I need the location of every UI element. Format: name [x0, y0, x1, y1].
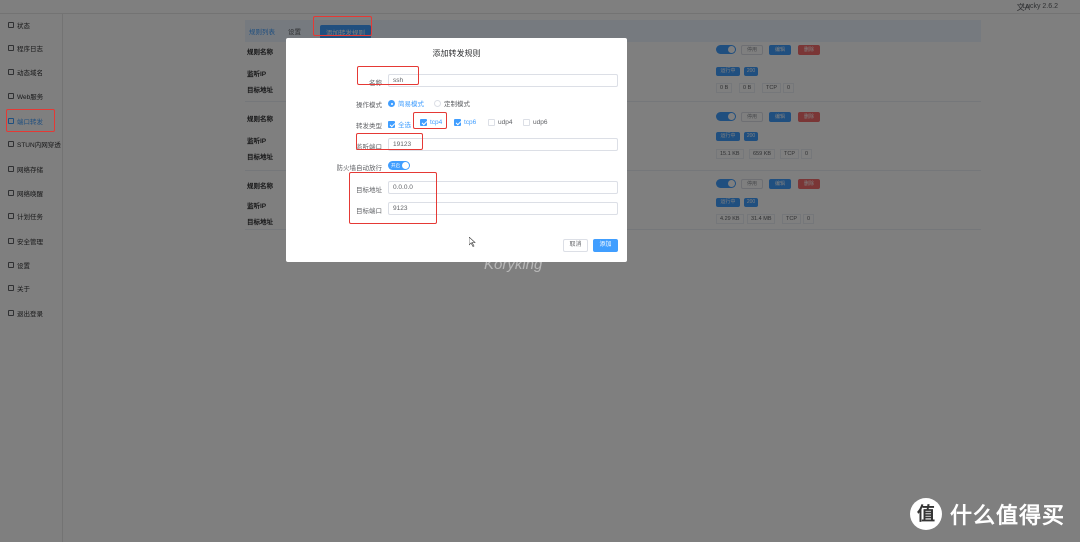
mode-label: 操作模式 [356, 102, 382, 109]
radio-dot [388, 99, 395, 107]
radio-label: 简易模式 [398, 101, 424, 108]
brand-text: 什么值得买 [950, 503, 1066, 528]
dialog-title: 添加转发规则 [432, 49, 481, 58]
annotation-box [357, 66, 419, 85]
type-udp6-checkbox[interactable]: udp6 [523, 119, 547, 126]
checkbox-label: tcp6 [464, 119, 477, 126]
checkbox-box [488, 119, 495, 126]
annotation-box [6, 109, 55, 132]
type-all-checkbox[interactable]: 全选 [388, 119, 411, 129]
name-input[interactable]: ssh [388, 74, 618, 87]
checkbox-label: 全选 [398, 122, 411, 129]
brand-watermark: 值 什么值得买 [910, 498, 1065, 530]
type-label: 转发类型 [356, 123, 382, 130]
annotation-box [313, 16, 372, 36]
mode-simple-radio[interactable]: 简易模式 [388, 98, 424, 108]
type-udp4-checkbox[interactable]: udp4 [488, 119, 512, 126]
annotation-box [356, 133, 423, 150]
radio-label: 定制模式 [444, 101, 470, 108]
cursor-icon [469, 237, 476, 247]
add-rule-dialog: 添加转发规则 名称 ssh 操作模式 简易模式 定制模式 转发类型 全选 tcp… [286, 38, 627, 262]
firewall-toggle[interactable]: 开启 [388, 161, 410, 170]
checkbox-box [454, 119, 461, 126]
add-button[interactable]: 添加 [593, 239, 618, 252]
annotation-box [349, 172, 437, 224]
radio-dot [434, 99, 441, 107]
firewall-label: 防火墙自动放行 [336, 165, 383, 172]
checkbox-label: udp6 [533, 119, 548, 126]
annotation-box [413, 112, 447, 129]
cancel-button[interactable]: 取消 [563, 239, 588, 252]
checkbox-label: udp4 [498, 119, 513, 126]
checkbox-box [388, 120, 395, 128]
brand-logo-icon: 值 [910, 498, 942, 530]
checkbox-box [523, 119, 530, 126]
mode-custom-radio[interactable]: 定制模式 [434, 98, 470, 108]
type-tcp6-checkbox[interactable]: tcp6 [454, 119, 476, 126]
